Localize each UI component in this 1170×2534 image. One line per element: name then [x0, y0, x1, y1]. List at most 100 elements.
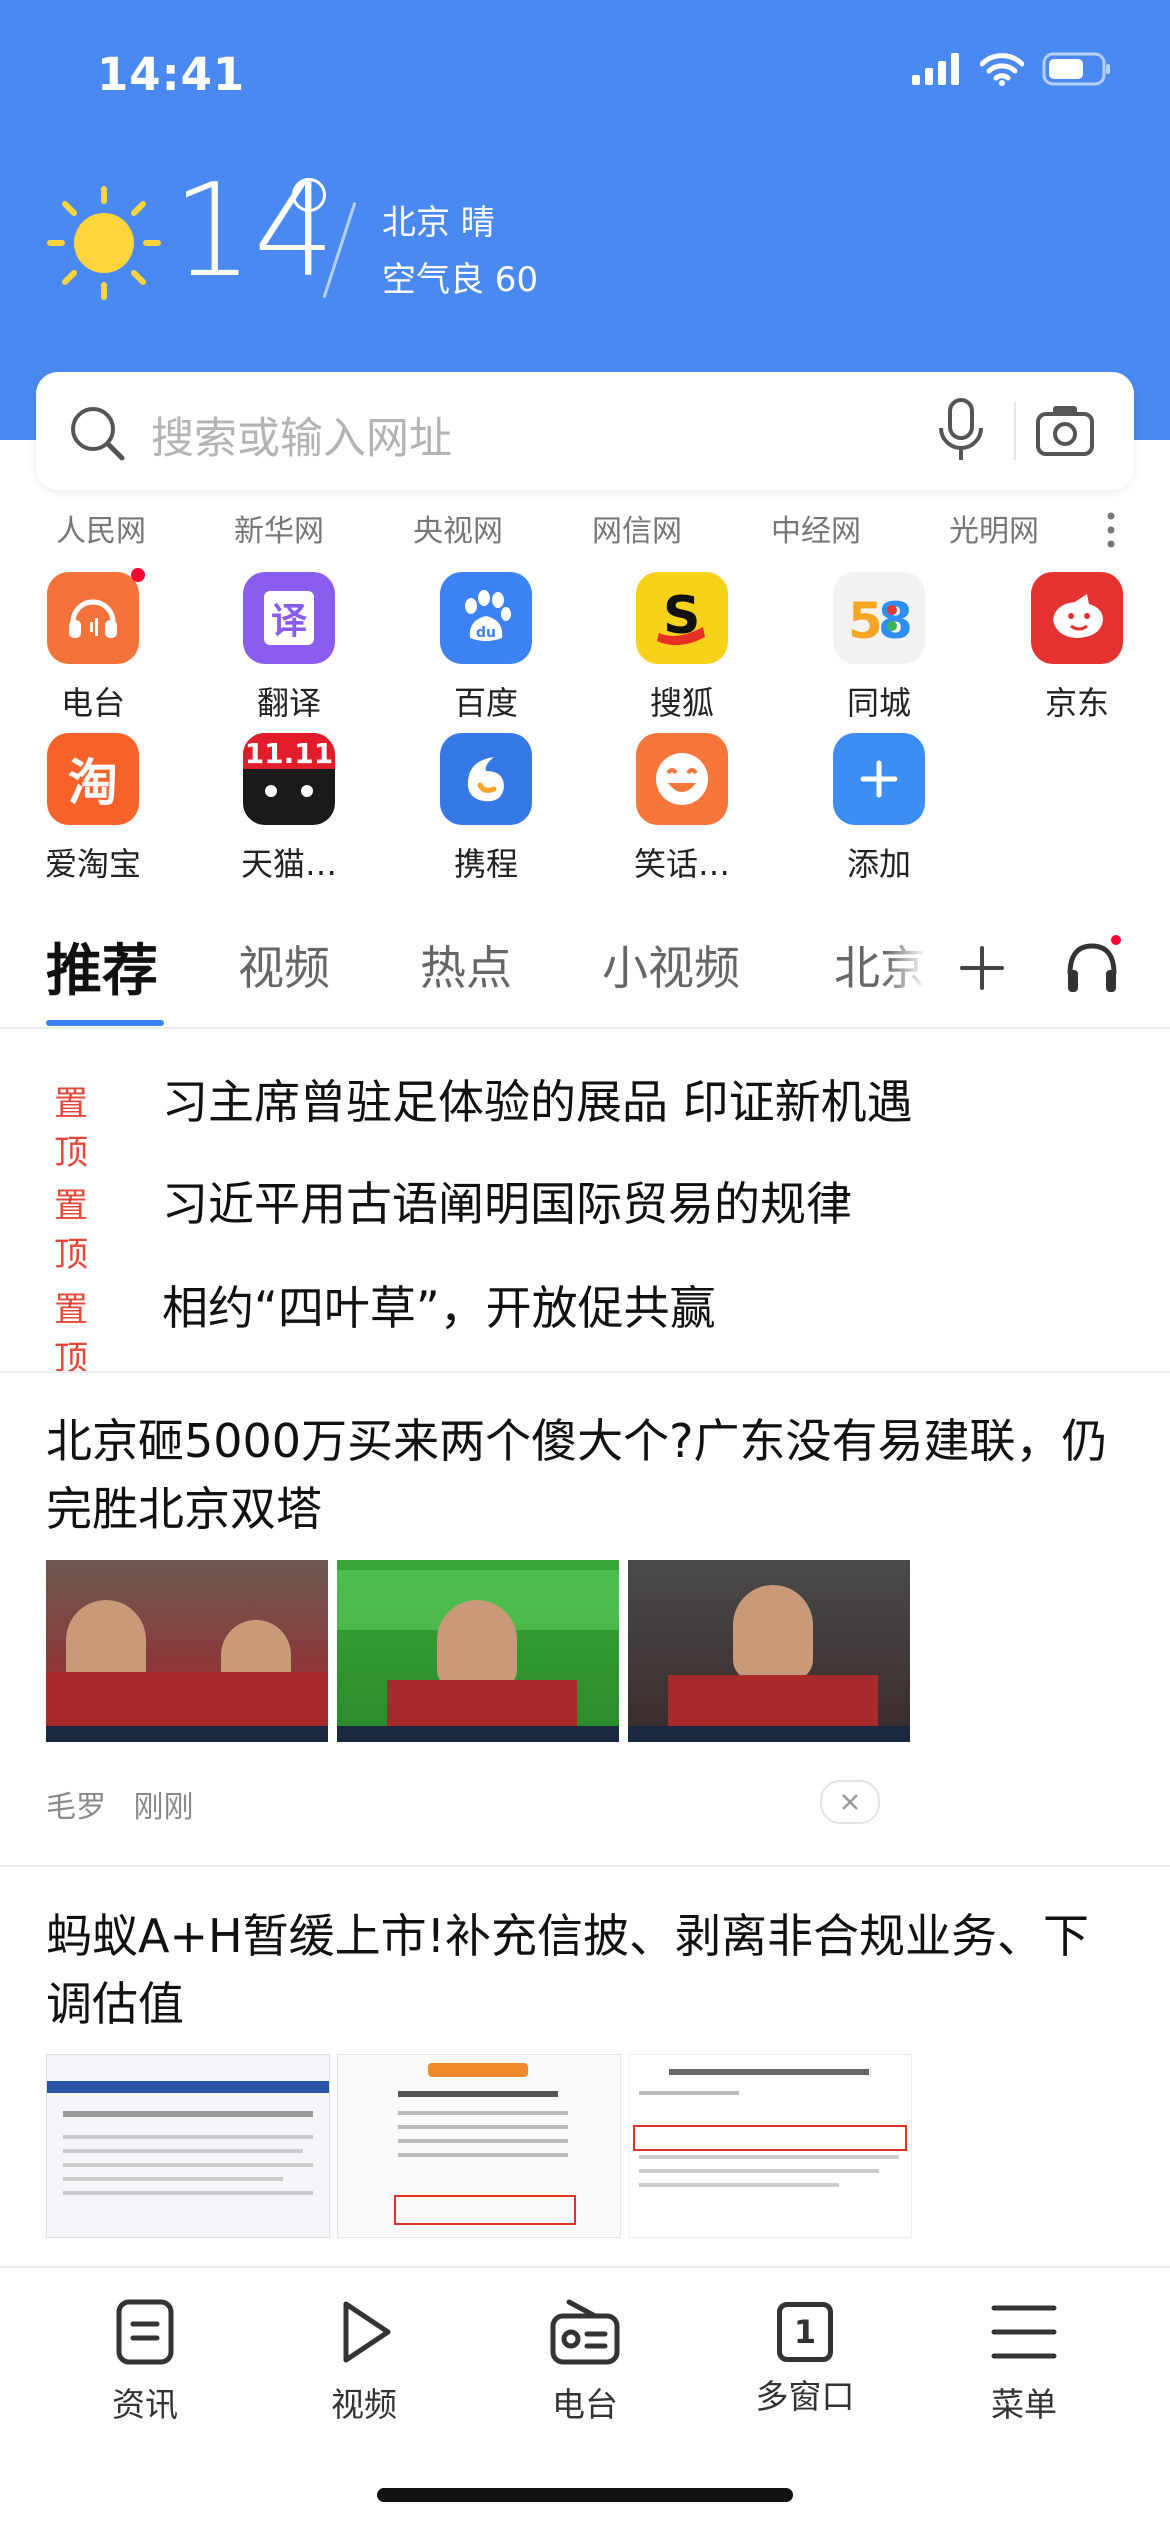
more-vertical-icon[interactable]	[1106, 512, 1116, 548]
degree-symbol	[292, 178, 326, 212]
article-meta: 毛罗 刚刚	[46, 1782, 194, 1826]
signal-icon	[912, 53, 959, 85]
app-label: 京东	[1044, 684, 1109, 722]
section-divider	[0, 1371, 1170, 1373]
site-link[interactable]: 网信网	[592, 506, 682, 550]
tab-hot[interactable]: 热点	[420, 932, 512, 998]
app-label: 天猫…	[240, 845, 337, 883]
wifi-icon	[980, 53, 1024, 86]
sohu-icon: S	[636, 572, 728, 664]
pinned-tag: 置顶	[54, 1084, 88, 1173]
app-label: 百度	[453, 684, 518, 722]
jd-dog-icon	[1031, 572, 1123, 664]
pinned-tag: 置顶	[54, 1290, 88, 1379]
search-input[interactable]: 搜索或输入网址	[151, 404, 452, 466]
tab-video[interactable]: 视频	[238, 932, 330, 998]
site-link[interactable]: 中经网	[771, 506, 861, 550]
app-shortcut-taobao[interactable]: 淘 爱淘宝	[8, 733, 178, 885]
article-thumbnail[interactable]	[628, 2054, 912, 2238]
article-thumbnail[interactable]	[46, 1560, 328, 1742]
status-icons	[912, 52, 1112, 86]
app-shortcut-add[interactable]: 添加	[794, 733, 964, 885]
tab-beijing[interactable]: 北京	[834, 932, 926, 998]
nav-label: 多窗口	[755, 2377, 855, 2416]
app-shortcut-jokes[interactable]: 笑话…	[597, 733, 767, 885]
air-quality[interactable]: 空气良 60	[382, 252, 538, 301]
sun-icon	[47, 186, 161, 300]
radio-icon	[550, 2299, 620, 2365]
app-label: 电台	[60, 684, 125, 722]
camera-icon[interactable]	[1035, 402, 1095, 460]
play-icon	[343, 2301, 391, 2363]
status-time: 14:41	[97, 48, 246, 101]
article-thumbnail[interactable]	[628, 1560, 910, 1742]
nav-windows[interactable]: 1 多窗口	[725, 2298, 885, 2418]
baidu-paw-icon: du	[440, 572, 532, 664]
taobao-icon: 淘	[47, 733, 139, 825]
plus-icon	[833, 733, 925, 825]
translate-icon: 译	[243, 572, 335, 664]
app-label: 笑话…	[633, 845, 730, 883]
article-title[interactable]: 北京砸5000万买来两个傻大个?广东没有易建联，仍完胜北京双塔	[46, 1407, 1126, 1543]
article-thumbnail[interactable]	[337, 1560, 619, 1742]
app-shortcut-jd[interactable]: 京东	[992, 572, 1162, 724]
tabs-divider	[0, 1027, 1170, 1029]
site-link[interactable]: 央视网	[413, 506, 503, 550]
dismiss-button[interactable]	[820, 1780, 880, 1824]
app-shortcut-radio[interactable]: 电台	[8, 568, 178, 724]
app-label: 搜狐	[649, 684, 714, 722]
nav-video[interactable]: 视频	[284, 2298, 444, 2426]
battery-icon	[1042, 52, 1110, 86]
app-shortcut-baidu[interactable]: du 百度	[401, 572, 571, 724]
pinned-title[interactable]: 习主席曾驻足体验的展品 印证新机遇	[162, 1066, 913, 1132]
home-indicator	[377, 2488, 793, 2502]
nav-label: 视频	[331, 2385, 397, 2424]
search-icon	[71, 407, 125, 461]
svg-text:8: 8	[878, 592, 913, 648]
add-tab-icon[interactable]	[958, 944, 1006, 992]
ctrip-dolphin-icon	[440, 733, 532, 825]
site-link[interactable]: 光明网	[949, 506, 1039, 550]
svg-text:du: du	[476, 625, 496, 641]
nav-menu[interactable]: 菜单	[944, 2298, 1104, 2426]
tab-recommend[interactable]: 推荐	[46, 926, 158, 1007]
svg-text:S: S	[663, 586, 700, 646]
joke-face-icon	[636, 733, 728, 825]
active-tab-indicator	[46, 1020, 164, 1026]
pinned-tag: 置顶	[54, 1186, 88, 1275]
app-shortcut-sohu[interactable]: S 搜狐	[597, 572, 767, 724]
article-title[interactable]: 蚂蚁A+H暂缓上市!补充信披、剥离非合规业务、下调估值	[46, 1902, 1126, 2038]
app-label: 爱淘宝	[44, 845, 141, 883]
app-label: 携程	[453, 845, 518, 883]
window-count: 1	[777, 2302, 833, 2362]
nav-radio[interactable]: 电台	[505, 2298, 665, 2426]
search-bar[interactable]: 搜索或输入网址	[36, 372, 1134, 490]
headphones-icon[interactable]	[1062, 934, 1122, 998]
menu-icon	[991, 2305, 1057, 2359]
site-link[interactable]: 人民网	[56, 506, 146, 550]
pinned-title[interactable]: 习近平用古语阐明国际贸易的规律	[162, 1168, 852, 1234]
app-shortcut-ctrip[interactable]: 携程	[401, 733, 571, 885]
microphone-icon[interactable]	[936, 398, 986, 464]
app-label: 同城	[846, 684, 911, 722]
app-label: 添加	[846, 845, 911, 883]
search-divider	[1014, 402, 1016, 460]
weather-city[interactable]: 北京 晴	[382, 195, 495, 244]
close-icon	[842, 1794, 858, 1810]
nav-label: 资讯	[112, 2385, 178, 2424]
pinned-title[interactable]: 相约“四叶草”，开放促共赢	[162, 1272, 716, 1338]
nav-label: 菜单	[991, 2385, 1057, 2424]
tmall-icon: 11.11	[243, 733, 335, 825]
app-shortcut-translate[interactable]: 译 翻译	[204, 572, 374, 724]
site-link[interactable]: 新华网	[234, 506, 324, 550]
notification-dot	[131, 568, 145, 582]
app-shortcut-58[interactable]: 5 8 同城	[794, 572, 964, 724]
app-shortcut-tmall[interactable]: 11.11 天猫…	[204, 733, 374, 885]
article-thumbnail[interactable]	[337, 2054, 621, 2238]
news-icon	[116, 2299, 174, 2365]
nav-news[interactable]: 资讯	[65, 2298, 225, 2426]
tab-short-video[interactable]: 小视频	[602, 932, 740, 998]
site-links-row: 人民网 新华网 央视网 网信网 中经网 光明网	[0, 506, 1170, 556]
article-time: 刚刚	[133, 1790, 194, 1825]
article-thumbnail[interactable]	[46, 2054, 330, 2238]
